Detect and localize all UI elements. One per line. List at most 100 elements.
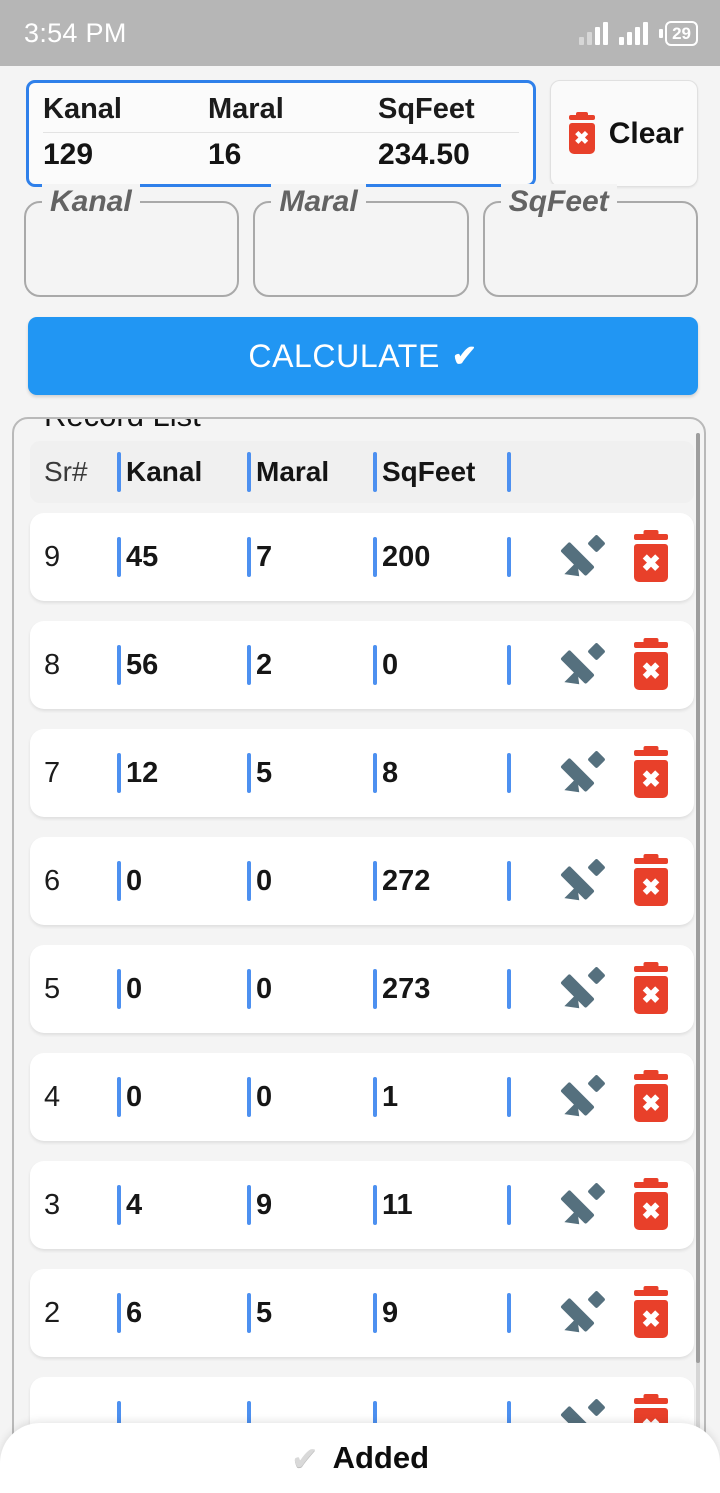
cell-separator: [507, 1185, 511, 1225]
summary-divider: [43, 132, 520, 133]
table-row[interactable]: 6 0 0 272 ✖: [30, 837, 694, 925]
cell-separator: [373, 1293, 377, 1333]
table-row[interactable]: 4 0 0 1 ✖: [30, 1053, 694, 1141]
cell-kanal: 56: [126, 648, 159, 681]
maral-field-label: Maral: [271, 184, 366, 220]
cell-separator: [507, 753, 511, 793]
record-list-body[interactable]: Sr# Kanal Maral SqFeet 9 45 7 200 ✖ 8 56 2 0 ✖ 7 12…: [14, 419, 704, 1477]
column-header-maral: Maral: [256, 456, 330, 487]
cell-kanal: 0: [126, 972, 143, 1005]
record-list-header: Sr# Kanal Maral SqFeet: [30, 441, 694, 503]
sqfeet-field[interactable]: SqFeet: [482, 184, 698, 297]
trash-icon[interactable]: ✖: [630, 1288, 672, 1338]
sqfeet-field-label: SqFeet: [500, 184, 617, 220]
cell-maral: 2: [256, 648, 273, 681]
list-scrollbar-thumb[interactable]: [696, 433, 700, 1363]
column-separator: [247, 452, 251, 492]
column-header-kanal: Kanal: [126, 456, 203, 487]
cell-separator: [373, 645, 377, 685]
cell-sr: 9: [44, 540, 61, 573]
clear-button[interactable]: ✖ Clear: [550, 80, 698, 187]
pencil-icon[interactable]: [560, 534, 608, 583]
signal-bars-icon-2: [619, 21, 649, 45]
summary-header-maral: Maral: [208, 93, 284, 125]
trash-icon[interactable]: ✖: [630, 856, 672, 906]
kanal-field[interactable]: Kanal: [24, 184, 240, 297]
trash-x-glyph: ✖: [634, 868, 668, 906]
column-separator: [117, 452, 121, 492]
table-row[interactable]: 3 4 9 11 ✖: [30, 1161, 694, 1249]
toast-message: Added: [332, 1440, 430, 1475]
column-separator: [373, 452, 377, 492]
pencil-icon[interactable]: [560, 966, 608, 1015]
cell-maral: 9: [256, 1188, 273, 1221]
summary-card: Kanal Maral SqFeet 129 16 234.50: [26, 80, 537, 187]
check-mark-icon: ✔: [290, 1439, 319, 1477]
cell-kanal: 6: [126, 1296, 143, 1329]
maral-field[interactable]: Maral: [253, 184, 469, 297]
row-actions: ✖: [516, 964, 680, 1015]
row-actions: ✖: [516, 532, 680, 583]
cell-sqfeet: 1: [382, 1080, 399, 1113]
cell-sqfeet: 272: [382, 864, 431, 897]
cell-separator: [373, 969, 377, 1009]
pencil-icon[interactable]: [560, 858, 608, 907]
record-list-legend: Record List: [34, 419, 211, 435]
cell-separator: [507, 1293, 511, 1333]
cell-separator: [507, 861, 511, 901]
summary-value-kanal: 129: [43, 138, 94, 171]
column-header-sqfeet: SqFeet: [382, 456, 476, 487]
column-header-sr: Sr#: [44, 456, 88, 487]
trash-x-glyph: ✖: [634, 652, 668, 690]
pencil-icon[interactable]: [560, 1074, 608, 1123]
trash-icon[interactable]: ✖: [630, 748, 672, 798]
summary-value-maral: 16: [208, 138, 242, 171]
calculate-button-label: CALCULATE: [248, 337, 440, 374]
row-actions: ✖: [516, 856, 680, 907]
cell-kanal: 0: [126, 864, 143, 897]
table-row[interactable]: 8 56 2 0 ✖: [30, 621, 694, 709]
pencil-icon[interactable]: [560, 1290, 608, 1339]
summary-header-kanal: Kanal: [43, 93, 122, 125]
table-row[interactable]: 2 6 5 9 ✖: [30, 1269, 694, 1357]
cell-separator: [117, 969, 121, 1009]
table-row[interactable]: 9 45 7 200 ✖: [30, 513, 694, 601]
battery-icon: 29: [659, 20, 698, 46]
cell-separator: [117, 753, 121, 793]
trash-icon[interactable]: ✖: [630, 532, 672, 582]
cell-separator: [117, 1293, 121, 1333]
cell-kanal: 0: [126, 1080, 143, 1113]
input-fields-row: Kanal Maral SqFeet: [0, 184, 720, 297]
cell-maral: 7: [256, 540, 273, 573]
cell-separator: [117, 861, 121, 901]
app-root: 3:54 PM 29 Kanal Maral SqFeet 129 16 234…: [0, 0, 720, 1493]
cell-separator: [373, 1077, 377, 1117]
cell-maral: 0: [256, 972, 273, 1005]
row-actions: ✖: [516, 1180, 680, 1231]
pencil-icon[interactable]: [560, 750, 608, 799]
pencil-icon[interactable]: [560, 1182, 608, 1231]
trash-x-glyph: ✖: [634, 1192, 668, 1230]
trash-x-glyph: ✖: [634, 760, 668, 798]
calculate-button[interactable]: CALCULATE ✔: [28, 317, 698, 395]
calculate-row: CALCULATE ✔: [0, 297, 720, 395]
cell-maral: 0: [256, 1080, 273, 1113]
row-actions: ✖: [516, 1072, 680, 1123]
trash-icon[interactable]: ✖: [630, 1072, 672, 1122]
trash-icon[interactable]: ✖: [630, 964, 672, 1014]
trash-icon: ✖: [565, 113, 599, 155]
cell-separator: [247, 1293, 251, 1333]
cell-separator: [373, 1185, 377, 1225]
cell-sqfeet: 0: [382, 648, 399, 681]
pencil-icon[interactable]: [560, 642, 608, 691]
table-row[interactable]: 7 12 5 8 ✖: [30, 729, 694, 817]
cell-kanal: 4: [126, 1188, 143, 1221]
table-row[interactable]: 5 0 0 273 ✖: [30, 945, 694, 1033]
check-icon: ✔: [451, 339, 478, 373]
trash-x-glyph: ✖: [568, 122, 595, 154]
row-actions: ✖: [516, 748, 680, 799]
cell-separator: [247, 1185, 251, 1225]
trash-icon[interactable]: ✖: [630, 1180, 672, 1230]
cell-sqfeet: 200: [382, 540, 431, 573]
trash-icon[interactable]: ✖: [630, 640, 672, 690]
